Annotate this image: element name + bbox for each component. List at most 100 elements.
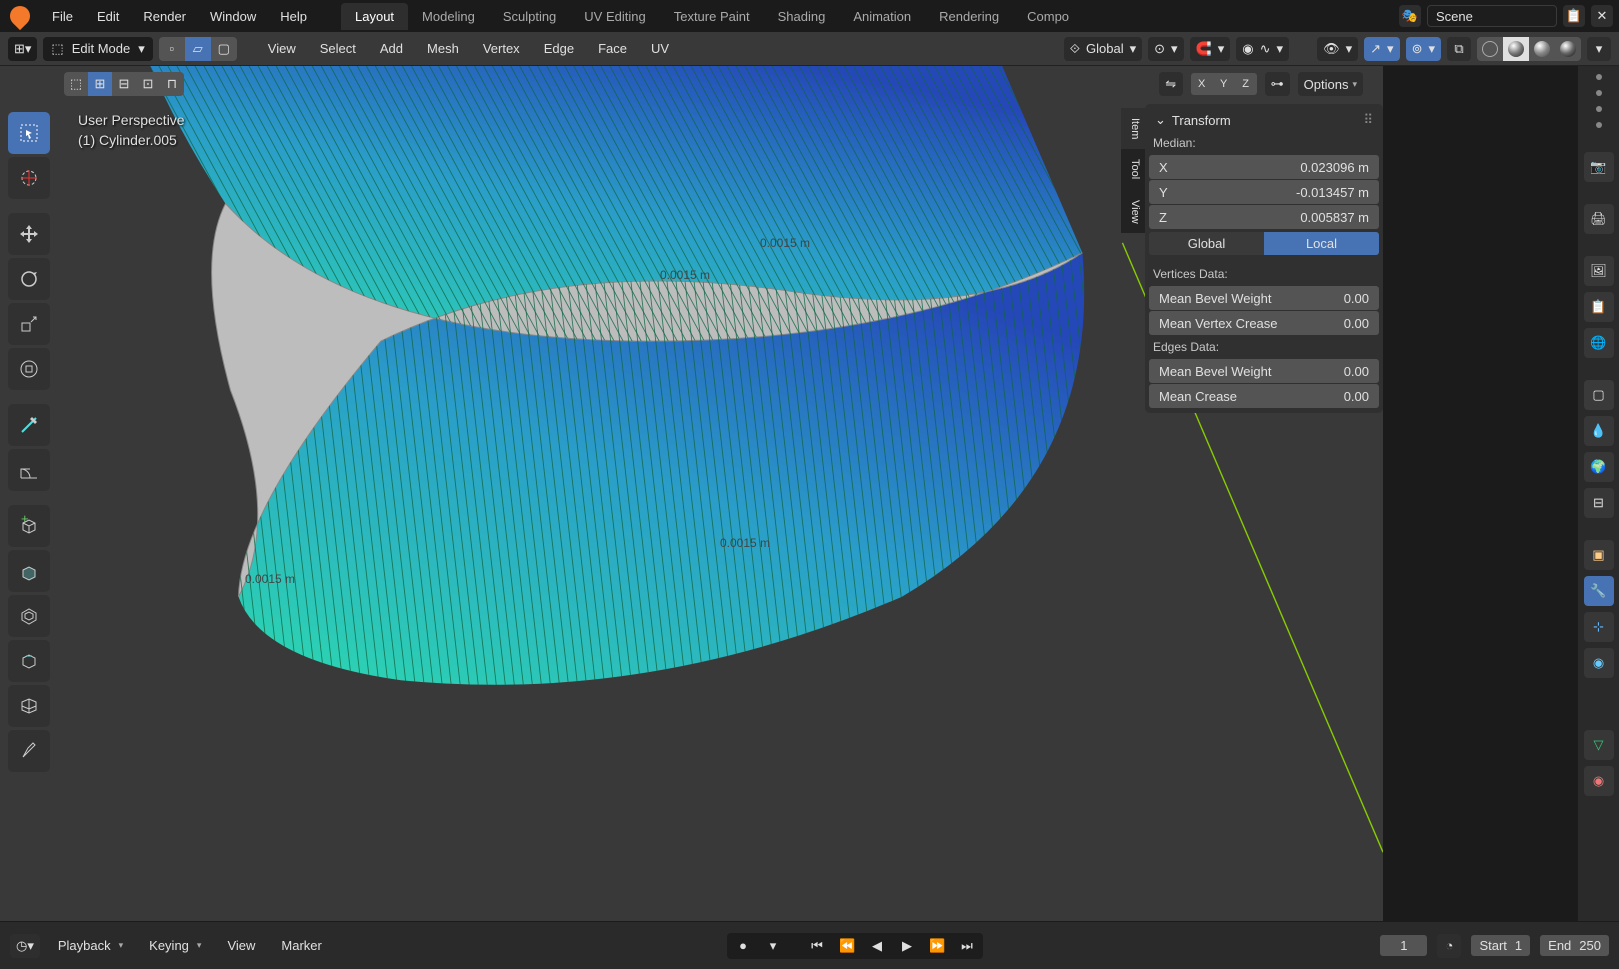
start-frame-field[interactable]: Start1 [1471,935,1530,956]
playback-menu[interactable]: Playback [50,935,131,956]
transform-tool[interactable] [8,348,50,390]
shading-options[interactable]: ▾ [1587,37,1611,61]
play-icon[interactable]: ▶ [893,935,921,957]
menu-window[interactable]: Window [200,5,266,28]
delete-scene-icon[interactable]: ✕ [1591,5,1613,27]
current-frame-field[interactable]: 1 [1380,935,1427,956]
tab-shading[interactable]: Shading [764,3,840,30]
rendered-shading-icon[interactable] [1555,37,1581,61]
inset-tool[interactable] [8,595,50,637]
constraint-props-icon[interactable]: ▣ [1584,540,1614,570]
mirror-y[interactable]: Y [1213,73,1235,95]
move-tool[interactable] [8,213,50,255]
rotate-tool[interactable] [8,258,50,300]
scene-props-icon[interactable]: 📋 [1584,292,1614,322]
tab-sculpting[interactable]: Sculpting [489,3,570,30]
new-scene-icon[interactable]: 📋 [1563,5,1585,27]
hdr-edge[interactable]: Edge [535,38,583,59]
material-shading-icon[interactable] [1529,37,1555,61]
median-z-field[interactable]: Z0.005837 m [1149,205,1379,229]
timeline-editor-icon[interactable]: ◷▾ [10,934,40,958]
menu-edit[interactable]: Edit [87,5,129,28]
world-props-icon[interactable]: 🌐 [1584,328,1614,358]
bevel-tool[interactable] [8,640,50,682]
editor-type-icon[interactable]: ⊞▾ [8,37,37,61]
loop-cut-tool[interactable] [8,685,50,727]
scene-name-input[interactable]: Scene [1427,5,1557,27]
vertex-select-icon[interactable]: ▫ [159,37,185,61]
drag-handle-icon[interactable]: ⠿ [1363,112,1373,128]
mirror-z[interactable]: Z [1235,73,1257,95]
edge-select-icon[interactable]: ▱ [185,37,211,61]
face-select-icon[interactable]: ▢ [211,37,237,61]
local-toggle[interactable]: Local [1264,232,1379,255]
select-extend-icon[interactable]: ⊞ [88,72,112,96]
3d-viewport[interactable]: ⬚ ⊞ ⊟ ⊡ ⊓ ⇋ X Y Z ⊶ Options User Perspec… [0,66,1383,921]
hdr-mesh[interactable]: Mesh [418,38,468,59]
material-props-icon[interactable]: ⊹ [1584,612,1614,642]
keying-menu[interactable]: Keying [141,935,209,956]
mean-vertex-crease-field[interactable]: Mean Vertex Crease0.00 [1149,311,1379,335]
hdr-uv[interactable]: UV [642,38,678,59]
hdr-face[interactable]: Face [589,38,636,59]
hdr-select[interactable]: Select [311,38,365,59]
autokey-dd[interactable]: ▾ [759,935,787,957]
knife-tool[interactable] [8,730,50,772]
median-x-field[interactable]: X0.023096 m [1149,155,1379,179]
tab-texture-paint[interactable]: Texture Paint [660,3,764,30]
data-props-icon[interactable]: ▽ [1584,730,1614,760]
annotate-tool[interactable] [8,404,50,446]
menu-file[interactable]: File [42,5,83,28]
global-toggle[interactable]: Global [1149,232,1264,255]
cursor-tool[interactable] [8,157,50,199]
output-props-icon[interactable]: 🖨 [1584,204,1614,234]
wireframe-shading-icon[interactable] [1477,37,1503,61]
median-y-field[interactable]: Y-0.013457 m [1149,180,1379,204]
particle-props-icon[interactable]: 🌍 [1584,452,1614,482]
marker-menu[interactable]: Marker [273,935,329,956]
solid-shading-icon[interactable] [1503,37,1529,61]
autokey-icon[interactable]: ● [729,935,757,957]
mirror-x[interactable]: X [1191,73,1213,95]
tab-compositing[interactable]: Compo [1013,3,1083,30]
jump-next-key-icon[interactable]: ⏩ [923,935,951,957]
mirror-icon[interactable]: ⇋ [1159,72,1183,96]
mean-crease-field[interactable]: Mean Crease0.00 [1149,384,1379,408]
mean-bevel-weight-field[interactable]: Mean Bevel Weight0.00 [1149,286,1379,310]
gizmo-toggle[interactable]: ↗▾ [1364,37,1399,61]
xray-toggle[interactable]: ⧉ [1447,37,1471,61]
jump-start-icon[interactable]: ⏮ [803,935,831,957]
hdr-add[interactable]: Add [371,38,412,59]
render-props-icon[interactable]: 📷 [1584,152,1614,182]
play-reverse-icon[interactable]: ◀ [863,935,891,957]
tab-modeling[interactable]: Modeling [408,3,489,30]
proportional-editing[interactable]: ◉∿▾ [1236,37,1289,61]
interaction-mode-dropdown[interactable]: ⬚ Edit Mode ▾ [43,37,152,61]
select-set-icon[interactable]: ⬚ [64,72,88,96]
pivot-point[interactable]: ⊙▾ [1148,37,1183,61]
transform-panel-header[interactable]: ⌄ Transform ⠿ [1149,108,1379,132]
mesh-props-icon[interactable]: 🔧 [1584,576,1614,606]
scene-browse-icon[interactable]: 🎭 [1399,5,1421,27]
tab-rendering[interactable]: Rendering [925,3,1013,30]
scale-tool[interactable] [8,303,50,345]
physics-props-icon[interactable]: ⊟ [1584,488,1614,518]
item-tab[interactable]: Item [1121,108,1145,149]
material-props-icon[interactable]: ◉ [1584,766,1614,796]
modifier-props-icon[interactable]: 💧 [1584,416,1614,446]
select-invert-icon[interactable]: ⊡ [136,72,160,96]
edge-bevel-weight-field[interactable]: Mean Bevel Weight0.00 [1149,359,1379,383]
tool-tab[interactable]: Tool [1121,149,1145,189]
texture-props-icon[interactable]: ◉ [1584,648,1614,678]
object-props-icon[interactable]: ▢ [1584,380,1614,410]
measure-tool[interactable] [8,449,50,491]
jump-end-icon[interactable]: ⏭ [953,935,981,957]
options-dropdown[interactable]: Options [1298,72,1363,96]
snapping[interactable]: 🧲▾ [1190,37,1231,61]
select-box-tool[interactable] [8,112,50,154]
view-layer-icon[interactable]: 🖼 [1584,256,1614,286]
tab-uv-editing[interactable]: UV Editing [570,3,659,30]
auto-merge-icon[interactable]: ⊶ [1265,72,1290,96]
select-intersect-icon[interactable]: ⊓ [160,72,184,96]
tab-animation[interactable]: Animation [839,3,925,30]
